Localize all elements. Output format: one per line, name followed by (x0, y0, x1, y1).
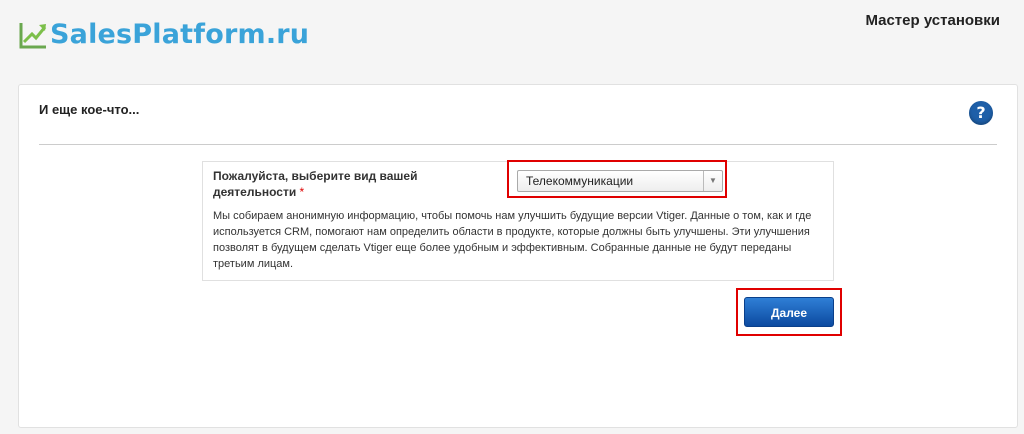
select-highlight: Телекоммуникации ▼ (507, 160, 727, 198)
logo-text: SalesPlatform.ru (50, 19, 310, 50)
main-panel: И еще кое-что... ? Пожалуйста, выберите … (18, 84, 1018, 428)
panel-title: И еще кое-что... (39, 102, 140, 117)
chart-logo-icon (19, 23, 47, 49)
help-icon[interactable]: ? (969, 101, 993, 125)
next-button[interactable]: Далее (744, 297, 834, 327)
logo: SalesPlatform.ru (18, 20, 309, 50)
industry-label: Пожалуйста, выберите вид вашей деятельно… (213, 168, 453, 200)
privacy-description: Мы собираем анонимную информацию, чтобы … (213, 210, 812, 270)
industry-select-value: Телекоммуникации (526, 174, 634, 188)
industry-select[interactable]: Телекоммуникации ▼ (517, 170, 723, 192)
required-marker: * (299, 185, 305, 199)
industry-form-box: Пожалуйста, выберите вид вашей деятельно… (202, 160, 834, 281)
divider (39, 144, 997, 145)
next-highlight: Далее (736, 288, 842, 336)
wizard-title: Мастер установки (865, 12, 1000, 29)
chevron-down-icon[interactable]: ▼ (703, 171, 722, 191)
industry-label-text: Пожалуйста, выберите вид вашей деятельно… (213, 169, 418, 199)
